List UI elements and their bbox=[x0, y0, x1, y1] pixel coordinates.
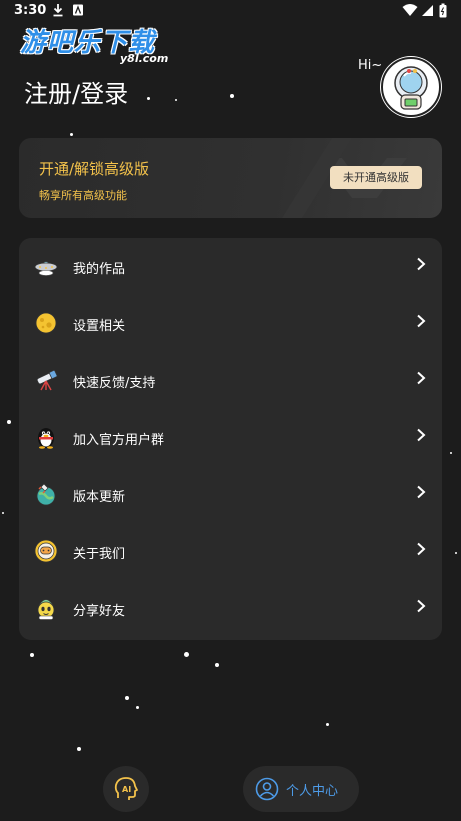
chevron-right-icon bbox=[416, 312, 426, 333]
star bbox=[30, 653, 34, 657]
star bbox=[175, 99, 177, 101]
alien-share-icon bbox=[34, 596, 58, 620]
personal-center-label: 个人中心 bbox=[286, 784, 339, 799]
menu-item-join-group[interactable]: 加入官方用户群 bbox=[19, 409, 442, 466]
menu-item-label: 版本更新 bbox=[73, 490, 126, 505]
chevron-right-icon bbox=[416, 255, 426, 276]
menu-item-label: 加入官方用户群 bbox=[73, 433, 165, 448]
menu-item-settings[interactable]: 设置相关 bbox=[19, 295, 442, 352]
vip-status-button[interactable]: 未开通高级版 bbox=[330, 166, 422, 189]
menu-item-label: 快速反馈/支持 bbox=[73, 376, 156, 391]
chevron-right-icon bbox=[416, 597, 426, 618]
telescope-icon bbox=[34, 368, 58, 392]
vip-title: 开通/解锁高级版 bbox=[39, 160, 150, 178]
user-circle-icon bbox=[255, 777, 279, 801]
star bbox=[450, 452, 452, 454]
star bbox=[136, 706, 139, 709]
star bbox=[455, 552, 457, 554]
download-icon bbox=[52, 3, 64, 20]
notification-a-icon bbox=[72, 3, 84, 20]
menu-item-label: 分享好友 bbox=[73, 604, 126, 619]
chevron-right-icon bbox=[416, 369, 426, 390]
watermark-brand-en: y8l.com bbox=[120, 52, 169, 65]
star bbox=[326, 723, 329, 726]
star bbox=[215, 663, 219, 667]
login-register-link[interactable]: 注册/登录 bbox=[24, 74, 128, 109]
qq-penguin-icon bbox=[34, 425, 58, 449]
menu-item-share[interactable]: 分享好友 bbox=[19, 580, 442, 637]
star bbox=[77, 747, 81, 751]
avatar[interactable] bbox=[380, 56, 442, 118]
signal-icon bbox=[421, 3, 434, 20]
star bbox=[2, 512, 4, 514]
svg-text:AI: AI bbox=[122, 785, 131, 794]
chevron-right-icon bbox=[416, 426, 426, 447]
menu-card: 我的作品 设置相关 快速反馈/支持 加入官方用户群 版本更新 关于我们 分享好友 bbox=[19, 238, 442, 640]
astronaut-avatar-icon bbox=[381, 57, 441, 117]
star bbox=[70, 133, 73, 136]
menu-item-my-works[interactable]: 我的作品 bbox=[19, 238, 442, 295]
chevron-right-icon bbox=[416, 483, 426, 504]
menu-item-feedback[interactable]: 快速反馈/支持 bbox=[19, 352, 442, 409]
star bbox=[147, 97, 150, 100]
menu-item-about-us[interactable]: 关于我们 bbox=[19, 523, 442, 580]
ai-nav-button[interactable]: AI bbox=[103, 766, 149, 812]
vip-subtitle: 畅享所有高级功能 bbox=[39, 189, 127, 202]
moon-icon bbox=[34, 311, 58, 335]
menu-item-label: 我的作品 bbox=[73, 262, 126, 277]
astronaut-icon bbox=[34, 539, 58, 563]
ai-head-icon: AI bbox=[114, 777, 138, 800]
status-bar: 3:30 bbox=[0, 0, 461, 24]
star bbox=[184, 652, 189, 657]
star bbox=[125, 696, 129, 700]
vip-upgrade-card[interactable]: 开通/解锁高级版 畅享所有高级功能 未开通高级版 bbox=[19, 138, 442, 218]
star bbox=[7, 420, 11, 424]
star bbox=[230, 94, 234, 98]
wifi-icon bbox=[402, 3, 418, 20]
chevron-right-icon bbox=[416, 540, 426, 561]
menu-item-version-update[interactable]: 版本更新 bbox=[19, 466, 442, 523]
ufo-icon bbox=[34, 254, 58, 278]
greeting-text: Hi~ bbox=[358, 58, 383, 73]
personal-center-button[interactable]: 个人中心 bbox=[243, 766, 359, 812]
menu-item-label: 设置相关 bbox=[73, 319, 126, 334]
battery-icon bbox=[439, 3, 447, 21]
status-time: 3:30 bbox=[14, 3, 47, 18]
planet-rocket-icon bbox=[34, 482, 58, 506]
watermark-logo: 游吧乐下载 y8l.com bbox=[18, 22, 188, 68]
menu-item-label: 关于我们 bbox=[73, 547, 126, 562]
